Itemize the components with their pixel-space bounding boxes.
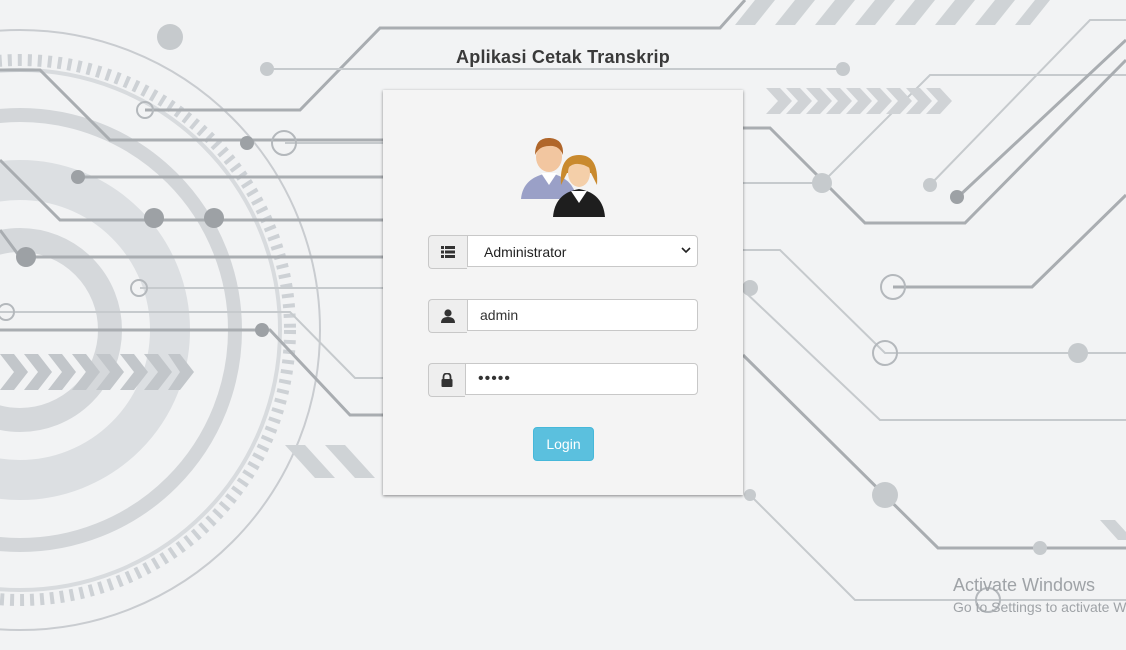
users-icon [521, 137, 605, 217]
role-field: Administrator [428, 235, 698, 269]
list-icon [428, 235, 467, 269]
password-input[interactable] [465, 363, 698, 395]
role-select-value: Administrator [484, 244, 567, 260]
activate-windows-watermark: Activate Windows Go to Settings to activ… [953, 575, 1126, 615]
password-field [428, 363, 698, 397]
app-title: Aplikasi Cetak Transkrip [456, 47, 670, 67]
watermark-subtitle: Go to Settings to activate W [953, 599, 1126, 615]
watermark-title: Activate Windows [953, 575, 1096, 595]
role-select[interactable]: Administrator [467, 235, 698, 267]
lock-icon [428, 363, 465, 397]
username-field [428, 299, 698, 333]
login-button[interactable]: Login [533, 427, 594, 461]
chevron-down-icon [681, 247, 691, 254]
username-input[interactable] [467, 299, 698, 331]
user-icon [428, 299, 467, 333]
login-card: Administrator Login [383, 90, 743, 495]
